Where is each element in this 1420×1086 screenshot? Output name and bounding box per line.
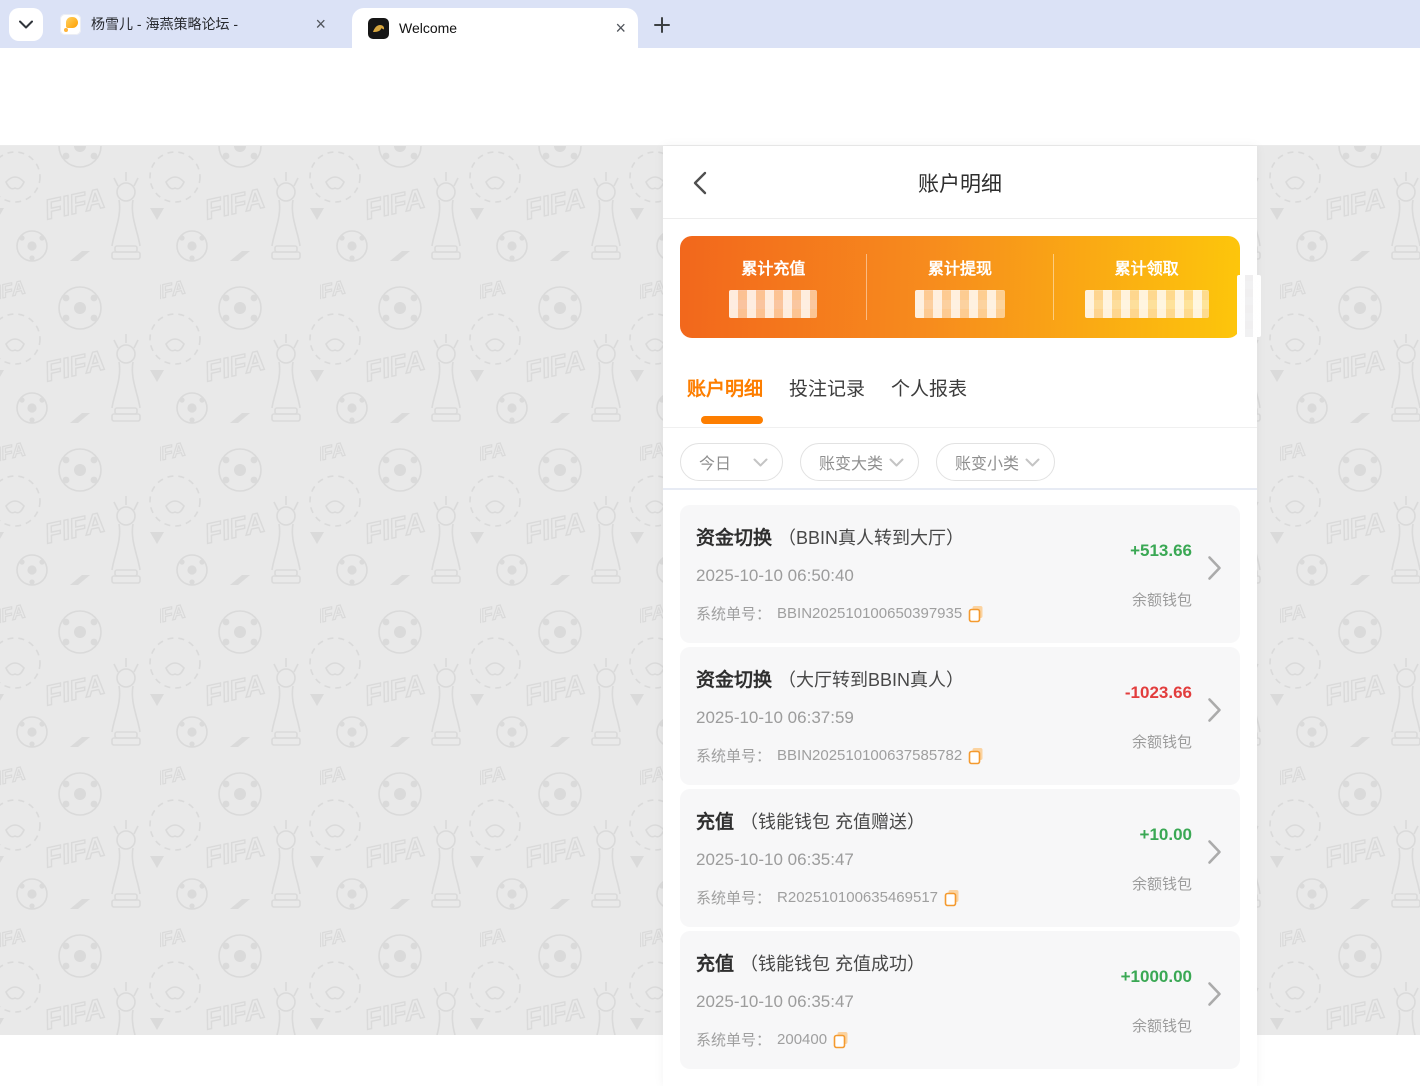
stat-total-withdraw: 累计提现: [867, 236, 1054, 338]
filter-date-dropdown[interactable]: 今日: [680, 443, 783, 481]
order-number: R202510100635469517: [777, 889, 938, 906]
transaction-datetime: 2025-10-10 06:37:59: [696, 708, 854, 728]
browser-toolbar: 175616.cc/reports/index: [0, 48, 1420, 100]
divider: [663, 427, 1257, 428]
divider: [1053, 254, 1054, 320]
order-label: 系统单号：: [696, 887, 771, 908]
filter-subcategory-dropdown[interactable]: 账变小类: [936, 443, 1055, 481]
chevron-right-icon[interactable]: [1207, 555, 1222, 581]
section-tabs: 账户明细 投注记录 个人报表: [687, 374, 967, 401]
stats-card: 累计充值 累计提现 累计领取: [680, 236, 1240, 338]
browser-tab-inactive[interactable]: 杨雪儿 - 海燕策略论坛 - ×: [48, 0, 338, 48]
filter-category-dropdown[interactable]: 账变大类: [800, 443, 919, 481]
chevron-right-icon[interactable]: [1207, 697, 1222, 723]
bookmarks-bar: 淘 爱淘宝 du 百度一下: [0, 100, 1420, 146]
censored-value: [729, 290, 817, 318]
transaction-detail: （BBIN真人转到大厅）: [778, 528, 964, 548]
copy-icon[interactable]: [968, 605, 984, 623]
transaction-amount: -1023.66: [1125, 683, 1192, 703]
divider: [663, 488, 1257, 490]
transaction-datetime: 2025-10-10 06:35:47: [696, 992, 854, 1012]
transaction-detail: （钱能钱包 充值赠送）: [740, 812, 925, 832]
transaction-amount: +513.66: [1130, 541, 1192, 561]
transaction-type: 资金切换: [696, 670, 772, 691]
stat-total-claim: 累计领取: [1053, 236, 1240, 338]
order-number: BBIN202510100637585782: [777, 747, 962, 764]
wallet-label: 余额钱包: [1132, 589, 1192, 610]
copy-icon[interactable]: [944, 889, 960, 907]
copy-icon[interactable]: [833, 1031, 849, 1049]
forum-favicon-icon: [60, 14, 81, 35]
tab-close-icon[interactable]: ×: [315, 15, 326, 33]
order-number: 200400: [777, 1031, 827, 1048]
chevron-down-icon: [1025, 458, 1040, 467]
transaction-type: 资金切换: [696, 528, 772, 549]
tab-bet-records[interactable]: 投注记录: [789, 374, 865, 401]
transaction-type: 充值: [696, 954, 734, 975]
page-background: FIFA FIFA: [0, 146, 1420, 1035]
copy-icon[interactable]: [968, 747, 984, 765]
order-label: 系统单号：: [696, 745, 771, 766]
account-panel: 账户明细 累计充值 累计提现 累计领取 账户明细 投注记录 个人报表: [663, 146, 1257, 1086]
transaction-row[interactable]: 资金切换 （大厅转到BBIN真人） 2025-10-10 06:37:59 系统单…: [680, 647, 1240, 785]
browser-tab-active[interactable]: Welcome ×: [352, 8, 638, 48]
tab-strip: 杨雪儿 - 海燕策略论坛 - × Welcome ×: [0, 0, 1420, 48]
chevron-down-icon: [753, 458, 768, 467]
transaction-datetime: 2025-10-10 06:35:47: [696, 850, 854, 870]
transaction-amount: +10.00: [1140, 825, 1192, 845]
tab-close-icon[interactable]: ×: [615, 19, 626, 37]
page-title: 账户明细: [663, 168, 1257, 198]
tab-search-button[interactable]: [9, 8, 43, 41]
censored-value-overflow: [1237, 275, 1261, 337]
stat-total-deposit: 累计充值: [680, 236, 867, 338]
wallet-label: 余额钱包: [1132, 1015, 1192, 1036]
tab-account-detail[interactable]: 账户明细: [687, 374, 763, 401]
panel-header: 账户明细: [663, 146, 1257, 219]
censored-value: [915, 290, 1005, 318]
active-tab-underline: [701, 416, 763, 424]
transaction-row[interactable]: 充值 （钱能钱包 充值赠送） 2025-10-10 06:35:47 系统单号： R…: [680, 789, 1240, 927]
transaction-datetime: 2025-10-10 06:50:40: [696, 566, 854, 586]
chevron-down-icon: [19, 20, 33, 29]
chevron-down-icon: [889, 458, 904, 467]
transaction-row[interactable]: 资金切换 （BBIN真人转到大厅） 2025-10-10 06:50:40 系统单…: [680, 505, 1240, 643]
transaction-detail: （钱能钱包 充值成功）: [740, 954, 925, 974]
transaction-type: 充值: [696, 812, 734, 833]
wallet-label: 余额钱包: [1132, 731, 1192, 752]
order-label: 系统单号：: [696, 1029, 771, 1050]
transaction-detail: （大厅转到BBIN真人）: [778, 670, 964, 690]
tab-personal-report[interactable]: 个人报表: [891, 374, 967, 401]
order-label: 系统单号：: [696, 603, 771, 624]
wallet-label: 余额钱包: [1132, 873, 1192, 894]
censored-value: [1085, 290, 1209, 318]
plus-icon: [654, 17, 670, 33]
tab-title: 杨雪儿 - 海燕策略论坛 -: [91, 14, 303, 34]
chevron-right-icon[interactable]: [1207, 981, 1222, 1007]
transaction-row[interactable]: 充值 （钱能钱包 充值成功） 2025-10-10 06:35:47 系统单号： 2…: [680, 931, 1240, 1069]
order-number: BBIN202510100650397935: [777, 605, 962, 622]
transaction-amount: +1000.00: [1121, 967, 1192, 987]
new-tab-button[interactable]: [648, 11, 676, 39]
divider: [866, 254, 867, 320]
tab-title: Welcome: [399, 20, 603, 36]
chevron-right-icon[interactable]: [1207, 839, 1222, 865]
welcome-favicon-icon: [368, 18, 389, 39]
